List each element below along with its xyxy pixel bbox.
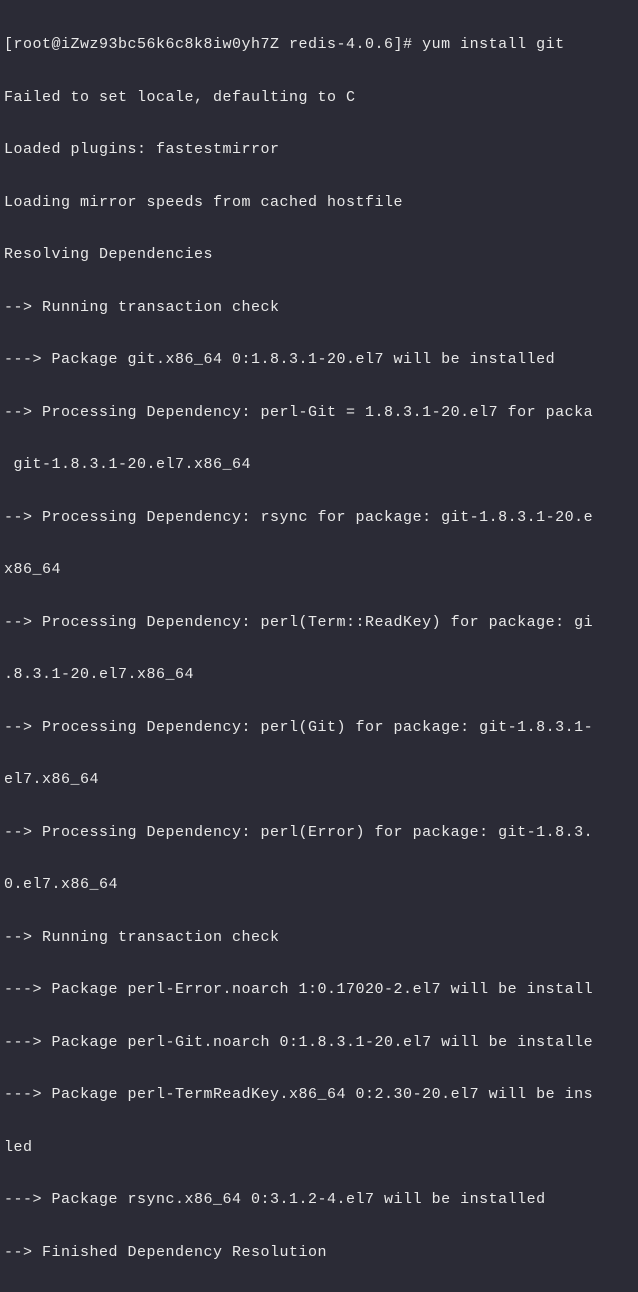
terminal-output: [root@iZwz93bc56k6c8k8iw0yh7Z redis-4.0.… xyxy=(4,6,634,1292)
terminal-line: --> Processing Dependency: rsync for pac… xyxy=(4,505,634,531)
terminal-line: --> Processing Dependency: perl(Error) f… xyxy=(4,820,634,846)
terminal-line: 0.el7.x86_64 xyxy=(4,872,634,898)
terminal-line: led xyxy=(4,1135,634,1161)
terminal-line: --> Processing Dependency: perl(Term::Re… xyxy=(4,610,634,636)
terminal-line: --> Running transaction check xyxy=(4,925,634,951)
terminal-line: ---> Package perl-Git.noarch 0:1.8.3.1-2… xyxy=(4,1030,634,1056)
terminal-line: ---> Package rsync.x86_64 0:3.1.2-4.el7 … xyxy=(4,1187,634,1213)
terminal-line: --> Processing Dependency: perl-Git = 1.… xyxy=(4,400,634,426)
terminal-line: ---> Package perl-TermReadKey.x86_64 0:2… xyxy=(4,1082,634,1108)
terminal-line: Loaded plugins: fastestmirror xyxy=(4,137,634,163)
terminal-line: el7.x86_64 xyxy=(4,767,634,793)
terminal-line: Failed to set locale, defaulting to C xyxy=(4,85,634,111)
terminal-line: ---> Package git.x86_64 0:1.8.3.1-20.el7… xyxy=(4,347,634,373)
terminal-line: --> Running transaction check xyxy=(4,295,634,321)
terminal-line: --> Finished Dependency Resolution xyxy=(4,1240,634,1266)
terminal-line: git-1.8.3.1-20.el7.x86_64 xyxy=(4,452,634,478)
terminal-line: [root@iZwz93bc56k6c8k8iw0yh7Z redis-4.0.… xyxy=(4,32,634,58)
terminal-line: Resolving Dependencies xyxy=(4,242,634,268)
terminal-line: --> Processing Dependency: perl(Git) for… xyxy=(4,715,634,741)
terminal-line: x86_64 xyxy=(4,557,634,583)
terminal-line: ---> Package perl-Error.noarch 1:0.17020… xyxy=(4,977,634,1003)
terminal-line: .8.3.1-20.el7.x86_64 xyxy=(4,662,634,688)
terminal-line: Loading mirror speeds from cached hostfi… xyxy=(4,190,634,216)
